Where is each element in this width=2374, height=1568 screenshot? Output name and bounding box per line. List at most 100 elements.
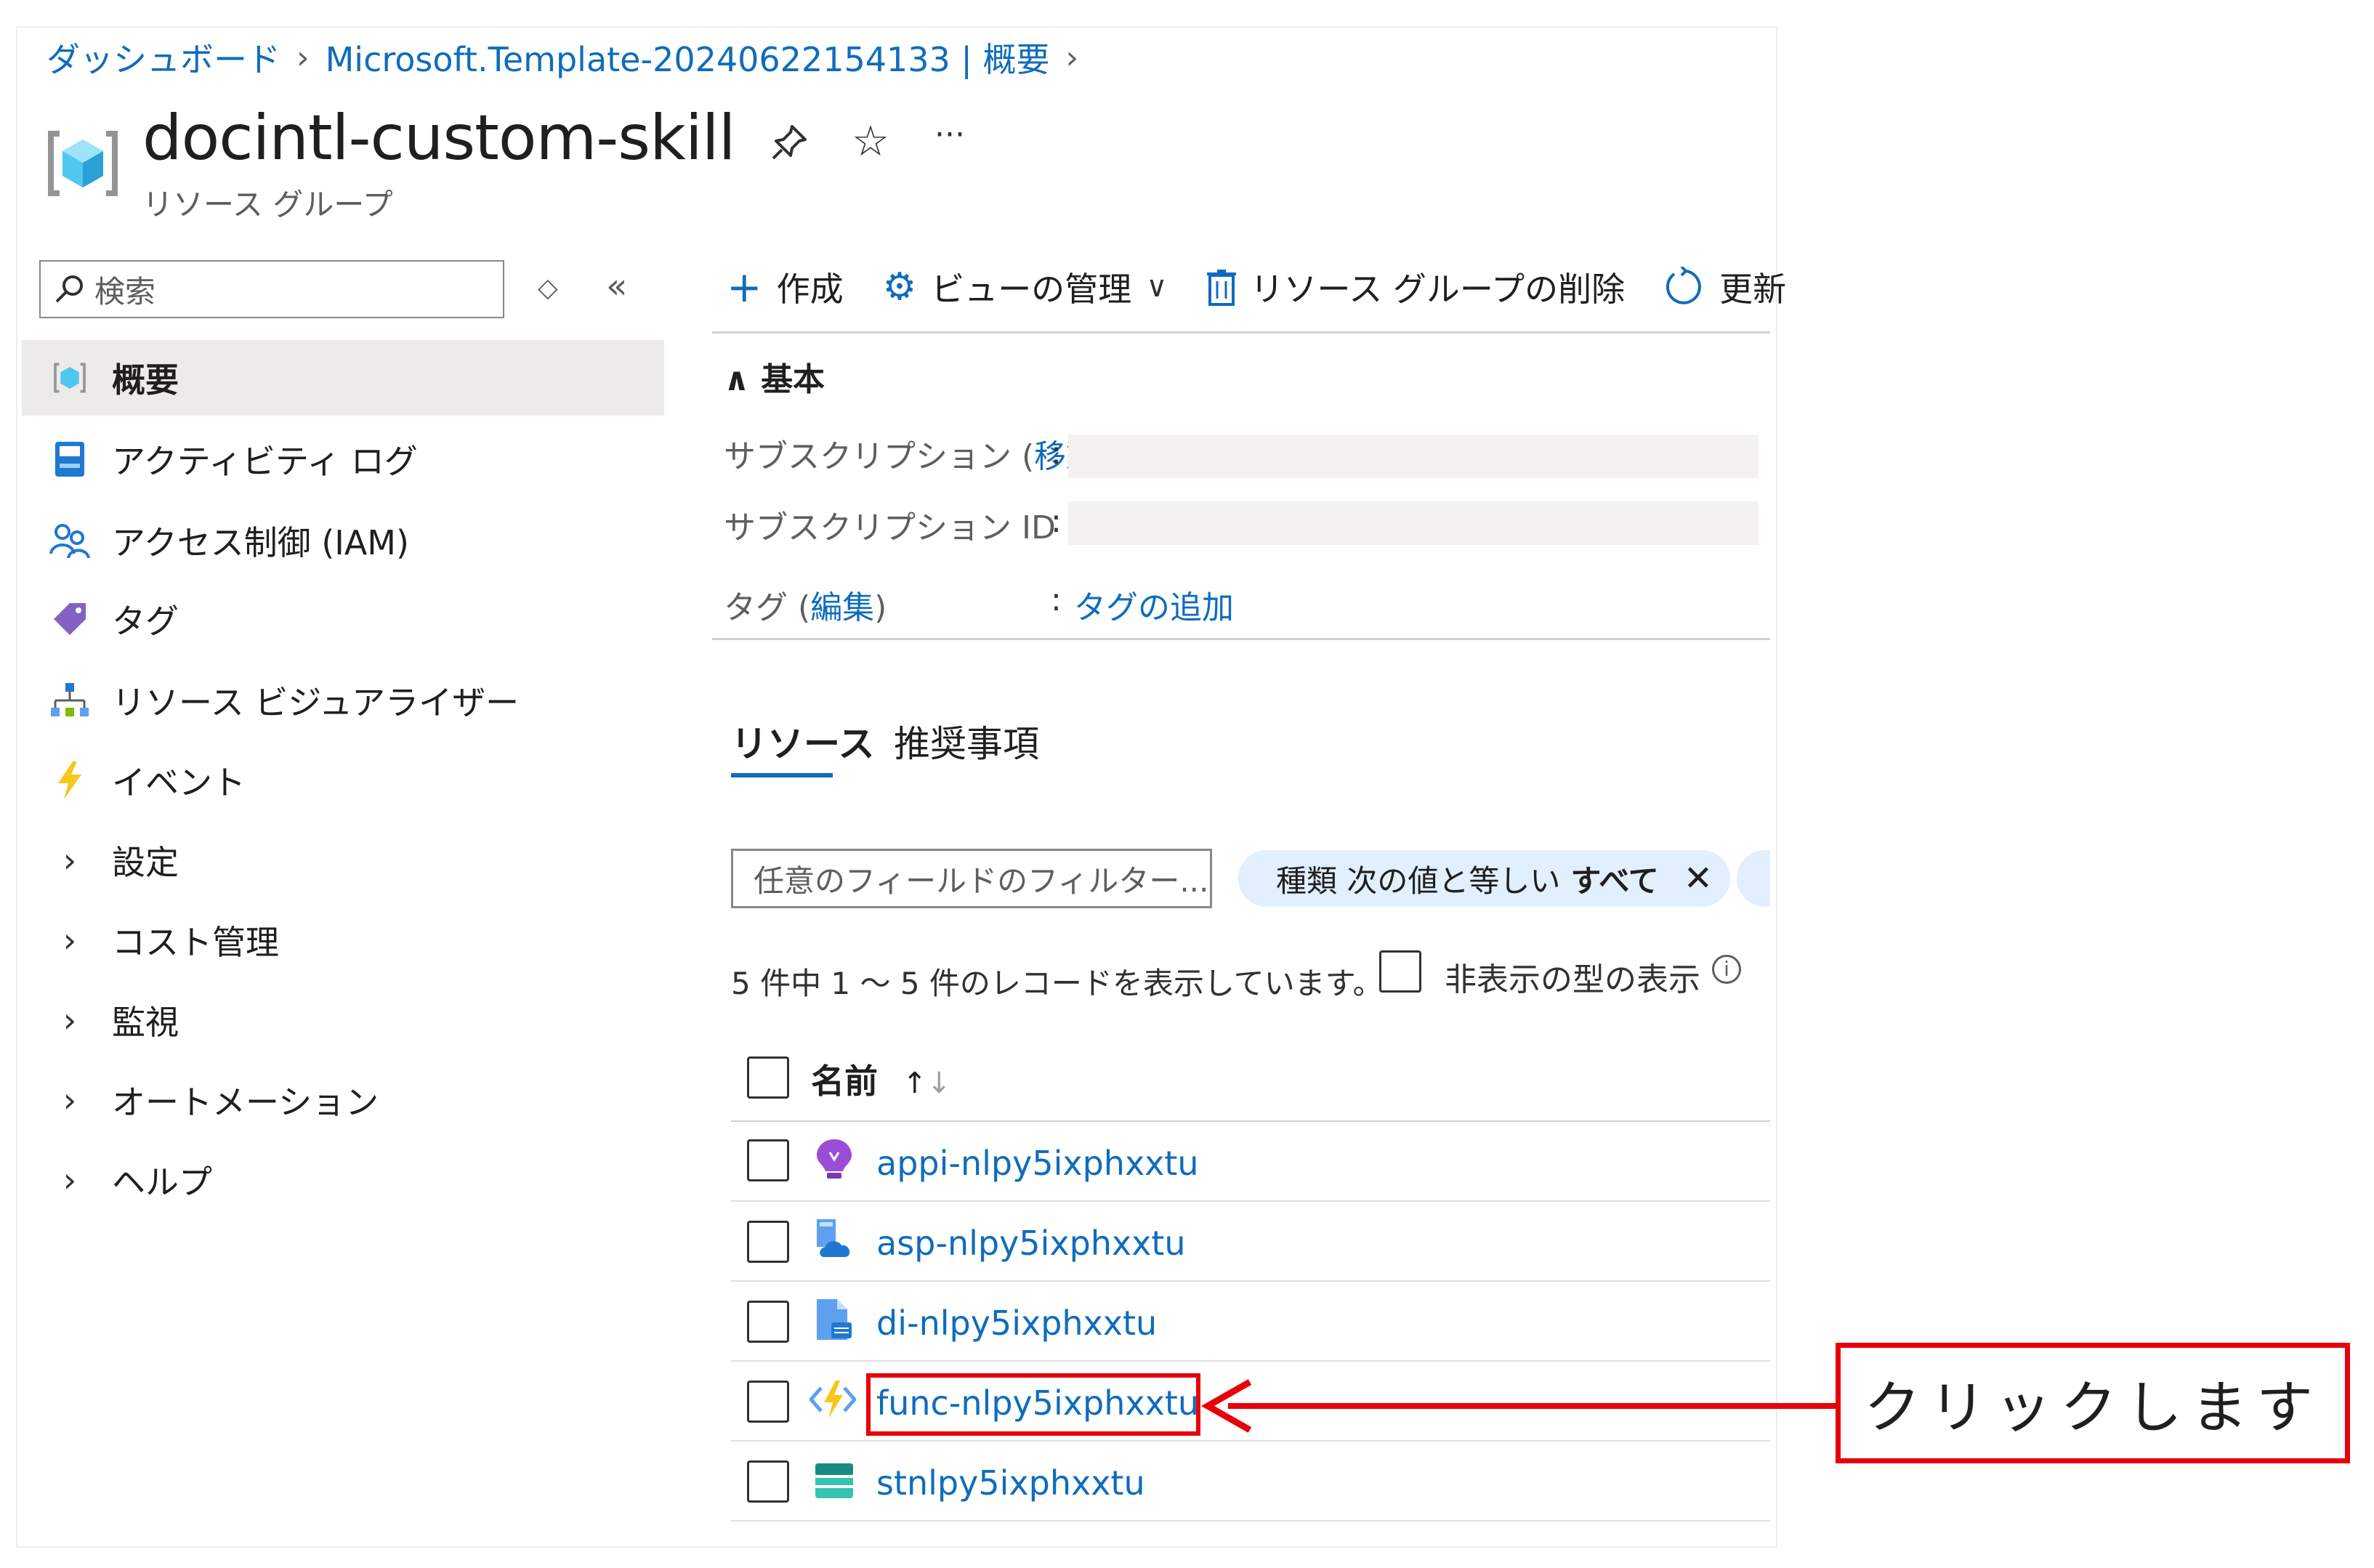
- filter-placeholder: 任意のフィールドのフィルター...: [754, 862, 1209, 899]
- page-title: docintl-custom-skill: [142, 102, 736, 174]
- lightning-icon: [48, 760, 92, 801]
- sidebar-item-label: リソース ビジュアライザー: [112, 683, 520, 722]
- filter-pill-type[interactable]: 種類 次の値と等しい すべて ✕: [1238, 850, 1730, 907]
- edit-tags-link[interactable]: 編集: [810, 589, 874, 626]
- more-options-icon[interactable]: ···: [934, 116, 965, 153]
- chevron-down-icon: ∨: [1146, 270, 1168, 304]
- manage-view-button[interactable]: ⚙ ビューの管理 ∨: [883, 263, 1168, 311]
- expand-collapse-icon[interactable]: ◇: [538, 273, 558, 303]
- sidebar-item-iam[interactable]: アクセス制御 (IAM): [22, 503, 664, 578]
- sidebar-item-activity-log[interactable]: アクティビティ ログ: [22, 421, 664, 497]
- chevron-right-icon: ›: [62, 1160, 77, 1200]
- chevron-right-icon: ›: [62, 1001, 77, 1040]
- page-subtitle: リソース グループ: [142, 187, 393, 222]
- add-tag-link[interactable]: タグの追加: [1074, 581, 1234, 628]
- chevron-right-icon: ›: [1065, 39, 1079, 76]
- manage-view-label: ビューの管理: [931, 270, 1132, 309]
- search-placeholder: 検索: [94, 273, 156, 310]
- favorite-star-icon[interactable]: ☆: [852, 116, 889, 166]
- resource-link[interactable]: asp-nlpy5ixphxxtu: [876, 1224, 1186, 1263]
- resource-link[interactable]: appi-nlpy5ixphxxtu: [876, 1144, 1199, 1183]
- row-checkbox[interactable]: [747, 1139, 789, 1181]
- create-button[interactable]: + 作成: [727, 263, 844, 311]
- sidebar-item-cost-management[interactable]: › コスト管理: [22, 902, 664, 978]
- sidebar-item-monitoring[interactable]: › 監視: [22, 982, 664, 1058]
- refresh-icon: [1666, 267, 1701, 304]
- plus-icon: +: [727, 262, 762, 312]
- sidebar-item-resource-visualizer[interactable]: リソース ビジュアライザー: [22, 663, 664, 738]
- search-input[interactable]: 検索: [39, 260, 504, 318]
- document-intelligence-icon: [817, 1299, 852, 1340]
- visualizer-icon: [48, 682, 92, 719]
- chevron-right-icon: ›: [62, 921, 77, 960]
- colon: :: [1051, 435, 1062, 472]
- colon: :: [1051, 581, 1062, 618]
- row-checkbox[interactable]: [747, 1221, 789, 1263]
- sidebar-item-label: 監視: [112, 1003, 179, 1042]
- subscription-label: サブスクリプション: [724, 438, 1012, 475]
- sidebar-item-label: ヘルプ: [112, 1163, 212, 1202]
- app-service-plan-icon: [817, 1219, 850, 1257]
- essentials-title: 基本: [761, 361, 825, 398]
- storage-account-icon: [815, 1463, 853, 1498]
- info-icon[interactable]: i: [1712, 955, 1741, 984]
- create-label: 作成: [776, 270, 844, 309]
- close-icon[interactable]: ✕: [1684, 858, 1713, 899]
- subscription-id-value: [1068, 501, 1759, 545]
- tags-label-row: タグ (編集): [724, 589, 887, 626]
- callout-box: クリックします: [1836, 1343, 2350, 1463]
- row-checkbox[interactable]: [747, 1460, 789, 1503]
- show-hidden-checkbox[interactable]: [1379, 950, 1421, 993]
- breadcrumb-deployment-link[interactable]: Microsoft.Template-20240622154133 | 概要: [326, 33, 1050, 81]
- tab-resources[interactable]: リソース: [731, 715, 875, 767]
- refresh-button[interactable]: 更新: [1664, 263, 1786, 311]
- delete-resource-group-button[interactable]: リソース グループの削除: [1206, 263, 1626, 311]
- callout-text: クリックします: [1863, 1375, 2322, 1441]
- search-icon: [55, 275, 83, 303]
- chevron-right-icon: ›: [296, 39, 310, 76]
- chevron-right-icon: ›: [62, 1080, 77, 1120]
- records-summary: 5 件中 1 ～ 5 件のレコードを表示しています。: [731, 966, 1384, 1001]
- filter-pill-prefix: 種類 次の値と等しい: [1276, 862, 1561, 899]
- function-app-icon: [809, 1381, 856, 1418]
- tag-icon: [48, 600, 92, 638]
- colon: :: [1051, 503, 1062, 540]
- breadcrumb: ダッシュボード › Microsoft.Template-20240622154…: [47, 33, 1078, 81]
- breadcrumb-dashboard-link[interactable]: ダッシュボード: [47, 33, 280, 81]
- filter-input[interactable]: 任意のフィールドのフィルター...: [731, 849, 1212, 908]
- delete-label: リソース グループの削除: [1250, 270, 1626, 309]
- collapse-sidebar-icon[interactable]: «: [606, 266, 627, 307]
- select-all-checkbox[interactable]: [747, 1056, 789, 1099]
- sidebar-item-overview[interactable]: 概要: [22, 340, 664, 416]
- sort-icon[interactable]: ↑↓: [903, 1067, 951, 1100]
- tab-recommendations[interactable]: 推奨事項: [894, 715, 1039, 767]
- sidebar-item-label: オートメーション: [112, 1083, 379, 1122]
- resource-group-icon: [48, 131, 118, 196]
- command-bar: + 作成 ⚙ ビューの管理 ∨ リソース グループの削除 更新: [727, 263, 1811, 311]
- row-checkbox[interactable]: [747, 1301, 789, 1343]
- subscription-value: [1068, 435, 1759, 478]
- sidebar-item-label: アクセス制御 (IAM): [112, 523, 409, 562]
- sidebar-item-automation[interactable]: › オートメーション: [22, 1062, 664, 1138]
- sidebar-item-label: コスト管理: [112, 923, 279, 962]
- show-hidden-label: 非表示の型の表示: [1445, 961, 1700, 998]
- chevron-up-icon: ∧: [724, 361, 750, 398]
- trash-icon: [1206, 270, 1236, 306]
- sidebar-item-settings[interactable]: › 設定: [22, 823, 664, 898]
- tab-selected-indicator: [731, 773, 833, 777]
- gear-icon: ⚙: [882, 265, 917, 309]
- sidebar-item-events[interactable]: イベント: [22, 743, 664, 818]
- name-column-header[interactable]: 名前 ↑↓: [811, 1055, 951, 1103]
- sidebar-item-help[interactable]: › ヘルプ: [22, 1142, 664, 1218]
- app-insights-icon: [817, 1139, 852, 1179]
- highlight-box: [866, 1373, 1200, 1436]
- divider: [712, 331, 1770, 334]
- sidebar-item-label: イベント: [112, 763, 246, 802]
- sidebar-item-tags[interactable]: タグ: [22, 581, 664, 657]
- resource-link[interactable]: stnlpy5ixphxxtu: [876, 1463, 1145, 1503]
- resource-link[interactable]: di-nlpy5ixphxxtu: [876, 1304, 1157, 1343]
- row-checkbox[interactable]: [747, 1381, 789, 1423]
- pin-icon[interactable]: [769, 122, 809, 163]
- chevron-right-icon: ›: [62, 841, 77, 880]
- essentials-toggle[interactable]: ∧ 基本: [724, 353, 825, 400]
